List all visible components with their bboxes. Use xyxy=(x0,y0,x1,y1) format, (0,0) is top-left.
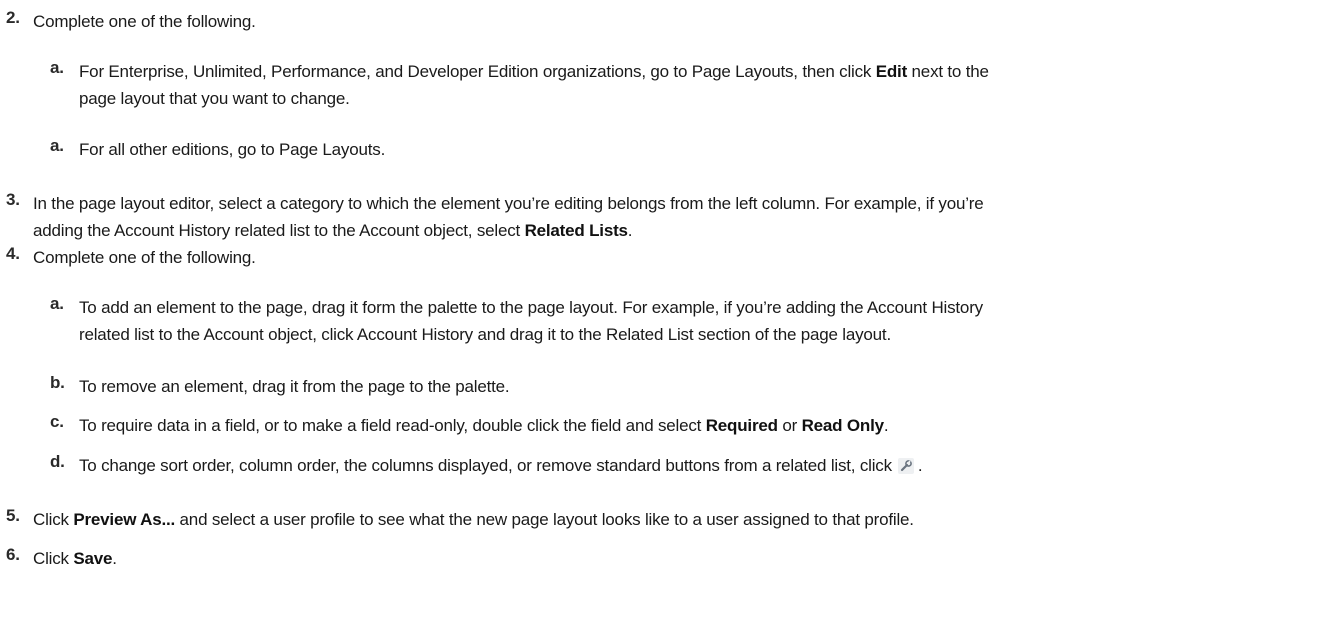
step-text: To require data in a field, or to make a… xyxy=(79,416,889,435)
required-label: Required xyxy=(705,416,778,435)
step-text: In the page layout editor, select a cate… xyxy=(33,194,984,240)
step-text: To add an element to the page, drag it f… xyxy=(79,298,983,344)
step-number: c. xyxy=(50,412,64,431)
document: 2. Complete one of the following. a. For… xyxy=(0,0,1320,625)
step-text: Click Preview As... and select a user pr… xyxy=(33,510,914,529)
step-number: 5. xyxy=(6,506,20,525)
step-text: For all other editions, go to Page Layou… xyxy=(79,140,386,159)
step-text: Complete one of the following. xyxy=(33,12,256,31)
step-text: To change sort order, column order, the … xyxy=(79,455,923,475)
step-number: 4. xyxy=(6,244,20,263)
step-number: d. xyxy=(50,452,65,471)
step-number: a. xyxy=(50,294,64,313)
related-lists-label: Related Lists xyxy=(524,221,628,240)
step-text: For Enterprise, Unlimited, Performance, … xyxy=(79,62,989,108)
step-number: 6. xyxy=(6,545,20,564)
step-text: Complete one of the following. xyxy=(33,248,256,267)
preview-as-label: Preview As... xyxy=(73,510,176,529)
step-text: Click Save. xyxy=(33,549,117,568)
step-text: To remove an element, drag it from the p… xyxy=(79,377,510,396)
step-number: a. xyxy=(50,136,64,155)
read-only-label: Read Only xyxy=(801,416,884,435)
step-number: b. xyxy=(50,373,65,392)
wrench-icon xyxy=(897,455,914,474)
step-number: 3. xyxy=(6,190,20,209)
step-number: 2. xyxy=(6,8,20,27)
edit-label: Edit xyxy=(875,62,908,81)
save-label: Save xyxy=(73,549,113,568)
step-number: a. xyxy=(50,58,64,77)
